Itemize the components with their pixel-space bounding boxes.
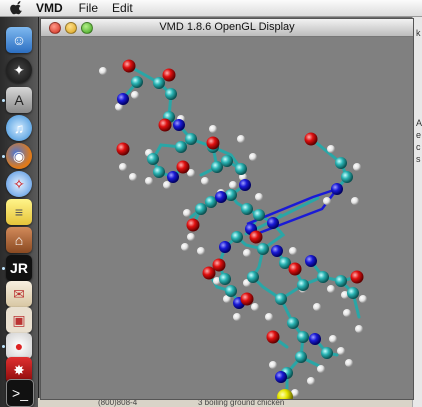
firefox-icon[interactable]: ◉ (6, 143, 32, 169)
background-window-char: s (416, 154, 421, 164)
apple-icon[interactable] (10, 1, 24, 15)
home-icon[interactable]: ⌂ (6, 227, 32, 253)
window-title: VMD 1.8.6 OpenGL Display (159, 21, 295, 33)
molecule-icon[interactable]: ● (6, 333, 32, 359)
dock: ☺ ✦ A ♫ ◉ ✧ ≡ ⌂ JR ✉ ▣ ● ✸ >_ (0, 17, 39, 407)
letter-icon[interactable]: ✉ (6, 281, 32, 307)
background-window-char: k (416, 28, 421, 38)
background-window-char: c (416, 142, 421, 152)
stickies-icon[interactable]: ≡ (6, 199, 32, 225)
terminal-icon[interactable]: ▣ (6, 307, 32, 333)
background-window-char: e (416, 130, 422, 140)
jr-icon[interactable]: JR (6, 255, 32, 281)
running-indicator (2, 267, 5, 270)
menu-bar: VMD File Edit (0, 0, 422, 17)
sulfur-atoms (277, 389, 293, 399)
bonds (121, 64, 361, 395)
menu-file[interactable]: File (79, 1, 98, 15)
itunes-icon[interactable]: ♫ (6, 115, 32, 141)
background-window-char: A (416, 118, 422, 128)
menu-app-name[interactable]: VMD (36, 1, 63, 15)
running-indicator (2, 155, 5, 158)
terminal2-icon[interactable]: >_ (6, 379, 34, 407)
window-titlebar[interactable]: VMD 1.8.6 OpenGL Display (41, 19, 413, 37)
quicksilver-icon[interactable]: ✦ (6, 57, 32, 83)
safari-icon[interactable]: ✧ (6, 171, 32, 197)
molecule-viewport[interactable] (41, 37, 413, 399)
running-indicator (2, 345, 5, 348)
finder-icon[interactable]: ☺ (6, 27, 32, 53)
typewriter-icon[interactable]: A (6, 87, 32, 113)
running-indicator (2, 99, 5, 102)
vmd-display-window: VMD 1.8.6 OpenGL Display (40, 18, 414, 400)
menu-edit[interactable]: Edit (112, 1, 133, 15)
